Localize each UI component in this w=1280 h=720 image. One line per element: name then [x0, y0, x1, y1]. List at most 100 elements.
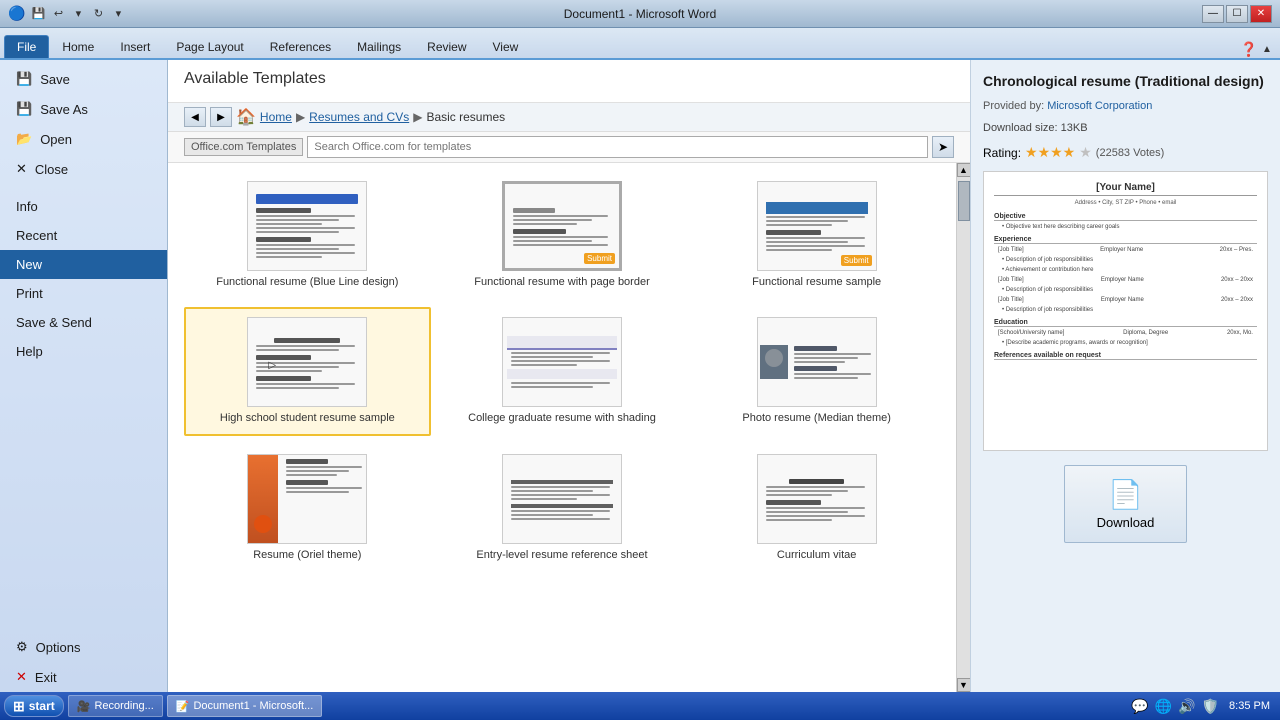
- tab-home[interactable]: Home: [49, 35, 107, 58]
- sidebar-item-print[interactable]: Print: [0, 279, 167, 308]
- scroll-down-btn[interactable]: ▼: [957, 678, 971, 692]
- templates-grid: Functional resume (Blue Line design): [168, 163, 956, 692]
- scroll-up-btn[interactable]: ▲: [957, 163, 971, 177]
- pi-contact: Address • City, ST ZIP • Phone • email: [994, 200, 1257, 206]
- pi-exp-bullet2: • Achievement or contribution here: [1002, 267, 1249, 273]
- provider-link[interactable]: Microsoft Corporation: [1047, 100, 1152, 112]
- template-label-4: College graduate resume with shading: [468, 411, 656, 425]
- ribbon-min-btn[interactable]: ▲: [1258, 40, 1276, 58]
- undo-btn[interactable]: ↩: [49, 5, 67, 23]
- sidebar-save-label: Save: [40, 72, 70, 87]
- search-btn[interactable]: ➤: [932, 136, 954, 158]
- template-item-8[interactable]: Curriculum vitae: [693, 444, 940, 572]
- taskbar-app-recording[interactable]: 🎥 Recording...: [68, 695, 163, 717]
- sidebar-item-saveas[interactable]: 💾 Save As: [0, 94, 167, 124]
- forward-btn[interactable]: ▶: [210, 107, 232, 127]
- breadcrumb-current: Basic resumes: [426, 110, 505, 124]
- tab-view[interactable]: View: [480, 35, 532, 58]
- sidebar-item-help[interactable]: Help: [0, 337, 167, 366]
- back-btn[interactable]: ◀: [184, 107, 206, 127]
- repeat-btn[interactable]: ↻: [89, 5, 107, 23]
- sidebar-item-save[interactable]: 💾 Save: [0, 64, 167, 94]
- template-thumb-5: [757, 317, 877, 407]
- pi-exp-bullet4: • Description of job responsibilities: [1002, 307, 1249, 313]
- pi-exp-bullet3: • Description of job responsibilities: [1002, 287, 1249, 293]
- download-section: 📄 Download: [983, 465, 1268, 543]
- start-button[interactable]: ⊞ start: [4, 695, 64, 717]
- template-thumb-8: [757, 454, 877, 544]
- templates-scrollbar: ▲ ▼: [956, 163, 970, 692]
- preview-provider: Provided by: Microsoft Corporation: [983, 100, 1268, 112]
- tab-file[interactable]: File: [4, 35, 49, 58]
- ribbon-help-btn[interactable]: ❓: [1240, 40, 1258, 58]
- template-item-5[interactable]: Photo resume (Median theme): [693, 307, 940, 435]
- sidebar-item-savesend[interactable]: Save & Send: [0, 308, 167, 337]
- pi-job-title2: [Job Title]: [998, 277, 1024, 283]
- close-btn[interactable]: ✕: [1250, 5, 1272, 23]
- customize-btn[interactable]: ▾: [109, 5, 127, 23]
- undo-dropdown[interactable]: ▾: [69, 5, 87, 23]
- tab-review[interactable]: Review: [414, 35, 479, 58]
- pi-dates2: 20xx – 20xx: [1221, 277, 1253, 283]
- maximize-btn[interactable]: ☐: [1226, 5, 1248, 23]
- network-icon: 🌐: [1155, 698, 1172, 715]
- title-bar-left: 🔵 💾 ↩ ▾ ↻ ▾: [8, 5, 127, 23]
- template-item-6[interactable]: Resume (Oriel theme): [184, 444, 431, 572]
- save-quick-btn[interactable]: 💾: [29, 5, 47, 23]
- quick-access-toolbar: 💾 ↩ ▾ ↻ ▾: [29, 5, 127, 23]
- breadcrumb-resumes[interactable]: Resumes and CVs: [309, 110, 409, 124]
- sidebar-item-new[interactable]: New: [0, 250, 167, 279]
- sidebar-item-options[interactable]: ⚙ Options: [0, 632, 167, 662]
- template-item-3[interactable]: ▷ High school student resume sample: [184, 307, 431, 435]
- exit-icon: ✕: [16, 669, 27, 685]
- windows-logo: ⊞: [13, 698, 25, 715]
- sidebar-item-close[interactable]: ✕ Close: [0, 154, 167, 184]
- tab-mailings[interactable]: Mailings: [344, 35, 414, 58]
- oriel-layout: [248, 455, 366, 543]
- oriel-lines: [282, 459, 366, 493]
- template-label-6: Resume (Oriel theme): [253, 548, 361, 562]
- save-icon: 💾: [16, 71, 32, 87]
- tab-page-layout[interactable]: Page Layout: [163, 35, 256, 58]
- resume-lines-7: [503, 472, 621, 526]
- home-icon[interactable]: 🏠: [236, 107, 256, 127]
- template-thumb-0: [247, 181, 367, 271]
- search-label: Office.com Templates: [184, 138, 303, 156]
- start-label: start: [29, 699, 55, 713]
- sidebar: 💾 Save 💾 Save As 📂 Open ✕ Close Info Rec…: [0, 60, 168, 692]
- taskbar: ⊞ start 🎥 Recording... 📝 Document1 - Mic…: [0, 692, 1280, 720]
- volume-icon: 🔊: [1178, 698, 1195, 715]
- resume-lines-4: [503, 330, 621, 394]
- sidebar-close-label: Close: [35, 162, 68, 177]
- template-label-0: Functional resume (Blue Line design): [216, 275, 398, 289]
- tab-references[interactable]: References: [257, 35, 344, 58]
- taskbar-app-word[interactable]: 📝 Document1 - Microsoft...: [167, 695, 323, 717]
- sidebar-print-label: Print: [16, 286, 43, 301]
- download-button[interactable]: 📄 Download: [1064, 465, 1188, 543]
- sidebar-item-info[interactable]: Info: [0, 192, 167, 221]
- template-item-1[interactable]: Submit Functional resume with page borde…: [439, 171, 686, 299]
- sidebar-item-exit[interactable]: ✕ Exit: [0, 662, 167, 692]
- template-item-4[interactable]: College graduate resume with shading: [439, 307, 686, 435]
- template-label-5: Photo resume (Median theme): [742, 411, 891, 425]
- minimize-btn[interactable]: —: [1202, 5, 1224, 23]
- taskbar-time: 8:35 PM: [1223, 698, 1276, 714]
- templates-title: Available Templates: [184, 70, 954, 88]
- template-thumb-4: [502, 317, 622, 407]
- scroll-thumb[interactable]: [958, 181, 970, 221]
- template-item-2[interactable]: Submit Functional resume sample: [693, 171, 940, 299]
- breadcrumb-home[interactable]: Home: [260, 110, 292, 124]
- open-icon: 📂: [16, 131, 32, 147]
- search-input[interactable]: [307, 136, 928, 158]
- saveas-icon: 💾: [16, 101, 32, 117]
- template-item-0[interactable]: Functional resume (Blue Line design): [184, 171, 431, 299]
- template-item-7[interactable]: Entry-level resume reference sheet: [439, 444, 686, 572]
- sidebar-item-open[interactable]: 📂 Open: [0, 124, 167, 154]
- tab-insert[interactable]: Insert: [107, 35, 163, 58]
- recording-icon: 🎥: [77, 700, 91, 713]
- sidebar-new-label: New: [16, 257, 42, 272]
- template-label-1: Functional resume with page border: [474, 275, 649, 289]
- sidebar-item-recent[interactable]: Recent: [0, 221, 167, 250]
- pi-edu-row1: [School/University name] Diploma, Degree…: [998, 330, 1253, 336]
- word-icon: 📝: [176, 700, 190, 713]
